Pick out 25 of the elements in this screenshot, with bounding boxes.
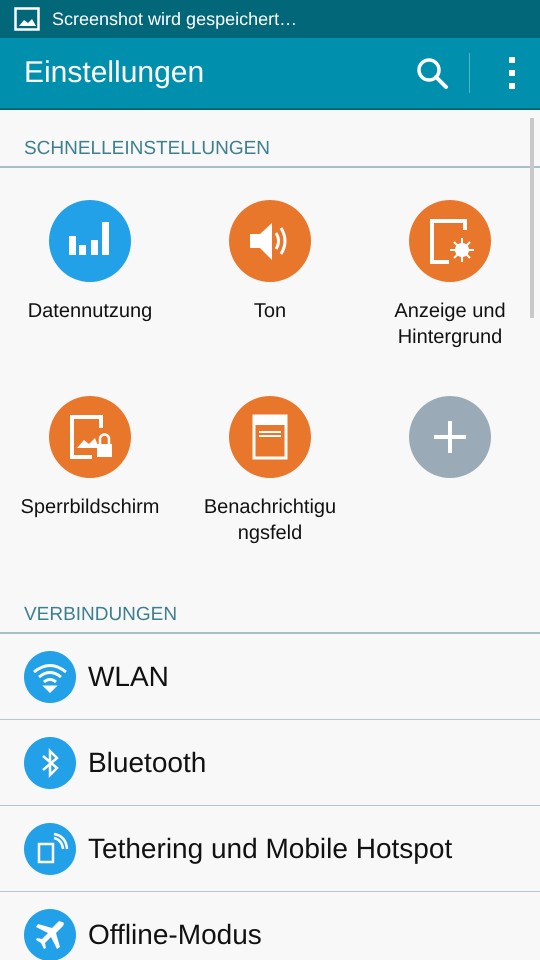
panel-icon[interactable] xyxy=(229,396,311,478)
picture-lock-icon[interactable] xyxy=(49,396,131,478)
signal-bars-icon[interactable] xyxy=(49,200,131,282)
hotspot-icon xyxy=(24,822,76,874)
screen-title: Einstellungen xyxy=(24,56,206,90)
wifi-icon xyxy=(24,650,76,702)
bluetooth-icon xyxy=(24,736,76,788)
settings-list-item[interactable]: Bluetooth xyxy=(0,720,540,806)
settings-list-item[interactable]: Offline-Modus xyxy=(0,892,540,960)
plus-icon[interactable] xyxy=(409,396,491,478)
screen-brightness-icon[interactable] xyxy=(409,200,491,282)
section-header: VERBINDUNGEN xyxy=(0,592,540,634)
picture-icon xyxy=(14,7,40,31)
settings-list-item[interactable]: Tethering und Mobile Hotspot xyxy=(0,806,540,892)
settings-list-item[interactable]: WLAN xyxy=(0,634,540,720)
notification-text: Screenshot wird gespeichert… xyxy=(52,8,298,30)
tile-label: Anzeige und Hintergrund xyxy=(393,299,507,350)
search-icon[interactable] xyxy=(415,56,449,90)
more-options-icon[interactable] xyxy=(508,56,516,90)
speaker-icon[interactable] xyxy=(229,200,311,282)
tile-label: Ton xyxy=(252,299,288,324)
tile-label: Datennutzung xyxy=(26,299,154,324)
tile-label: Sperrbildschirm xyxy=(20,495,160,520)
tile-label: Benachrichtigungsfeld xyxy=(202,495,338,546)
section-header: SCHNELLEINSTELLUNGEN xyxy=(0,110,540,168)
